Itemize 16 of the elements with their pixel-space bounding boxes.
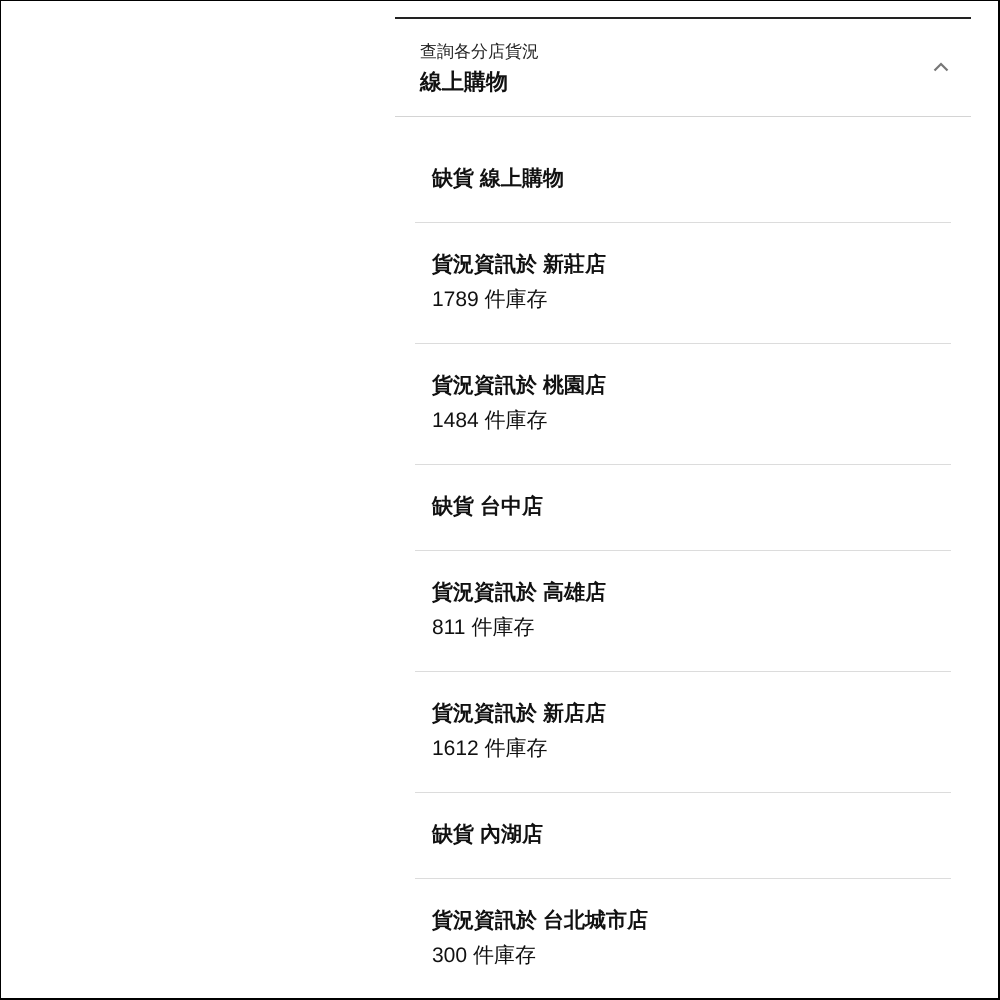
panel-subtitle: 查詢各分店貨況 [420, 40, 539, 62]
panel-title: 線上購物 [420, 68, 509, 96]
store-status: 貨況資訊於 桃園店 [432, 373, 607, 399]
stock-count: 1484 件庫存 [432, 408, 549, 434]
store-status: 缺貨 內湖店 [432, 822, 544, 848]
store-status: 貨況資訊於 新莊店 [432, 252, 607, 278]
store-status: 貨況資訊於 台北城市店 [432, 908, 649, 934]
store-status: 貨況資訊於 高雄店 [432, 580, 607, 606]
store-status: 缺貨 線上購物 [432, 166, 565, 192]
stock-count: 300 件庫存 [432, 943, 537, 969]
stock-count: 1789 件庫存 [432, 287, 549, 313]
stock-count: 1612 件庫存 [432, 736, 549, 762]
chevron-icon[interactable] [933, 62, 949, 72]
store-status: 缺貨 台中店 [432, 494, 544, 520]
store-status: 貨況資訊於 新店店 [432, 701, 607, 727]
stock-count: 811 件庫存 [432, 615, 536, 641]
